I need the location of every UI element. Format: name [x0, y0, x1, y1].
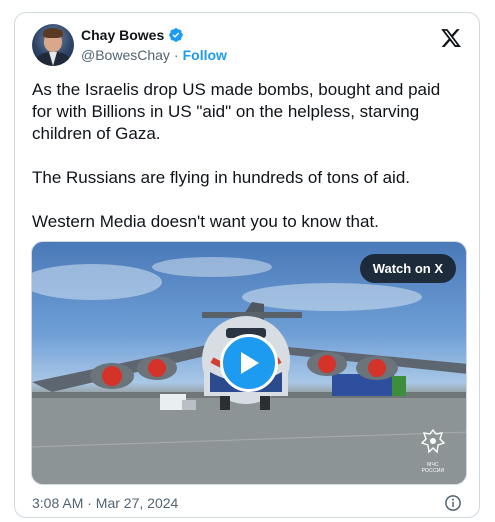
watch-on-x-button[interactable]: Watch on X [359, 254, 456, 283]
author-handle-row: @BowesChay · Follow [81, 47, 227, 63]
emblem-text: МЧС РОССИИ [421, 462, 445, 474]
x-logo-icon[interactable] [440, 27, 462, 49]
info-icon[interactable] [444, 494, 462, 512]
emblem-logo: МЧС РОССИИ [416, 428, 450, 474]
avatar[interactable] [32, 24, 74, 66]
play-button[interactable] [220, 334, 278, 392]
follow-button[interactable]: Follow [183, 47, 227, 63]
separator-dot: · [173, 47, 179, 63]
tweet-timestamp[interactable]: 3:08 AM · Mar 27, 2024 [32, 495, 178, 511]
video-player[interactable]: Watch on X МЧС РОССИИ [31, 241, 467, 485]
play-icon [241, 352, 259, 374]
author-handle[interactable]: @BowesChay [81, 47, 170, 63]
tweet-card[interactable]: Chay Bowes @BowesChay · Follow As the Is… [14, 12, 480, 518]
author-name-row: Chay Bowes [81, 27, 184, 43]
author-name[interactable]: Chay Bowes [81, 27, 164, 43]
tweet-text: As the Israelis drop US made bombs, boug… [32, 80, 441, 231]
verified-badge-icon [169, 28, 184, 42]
emblem-icon [420, 428, 446, 454]
